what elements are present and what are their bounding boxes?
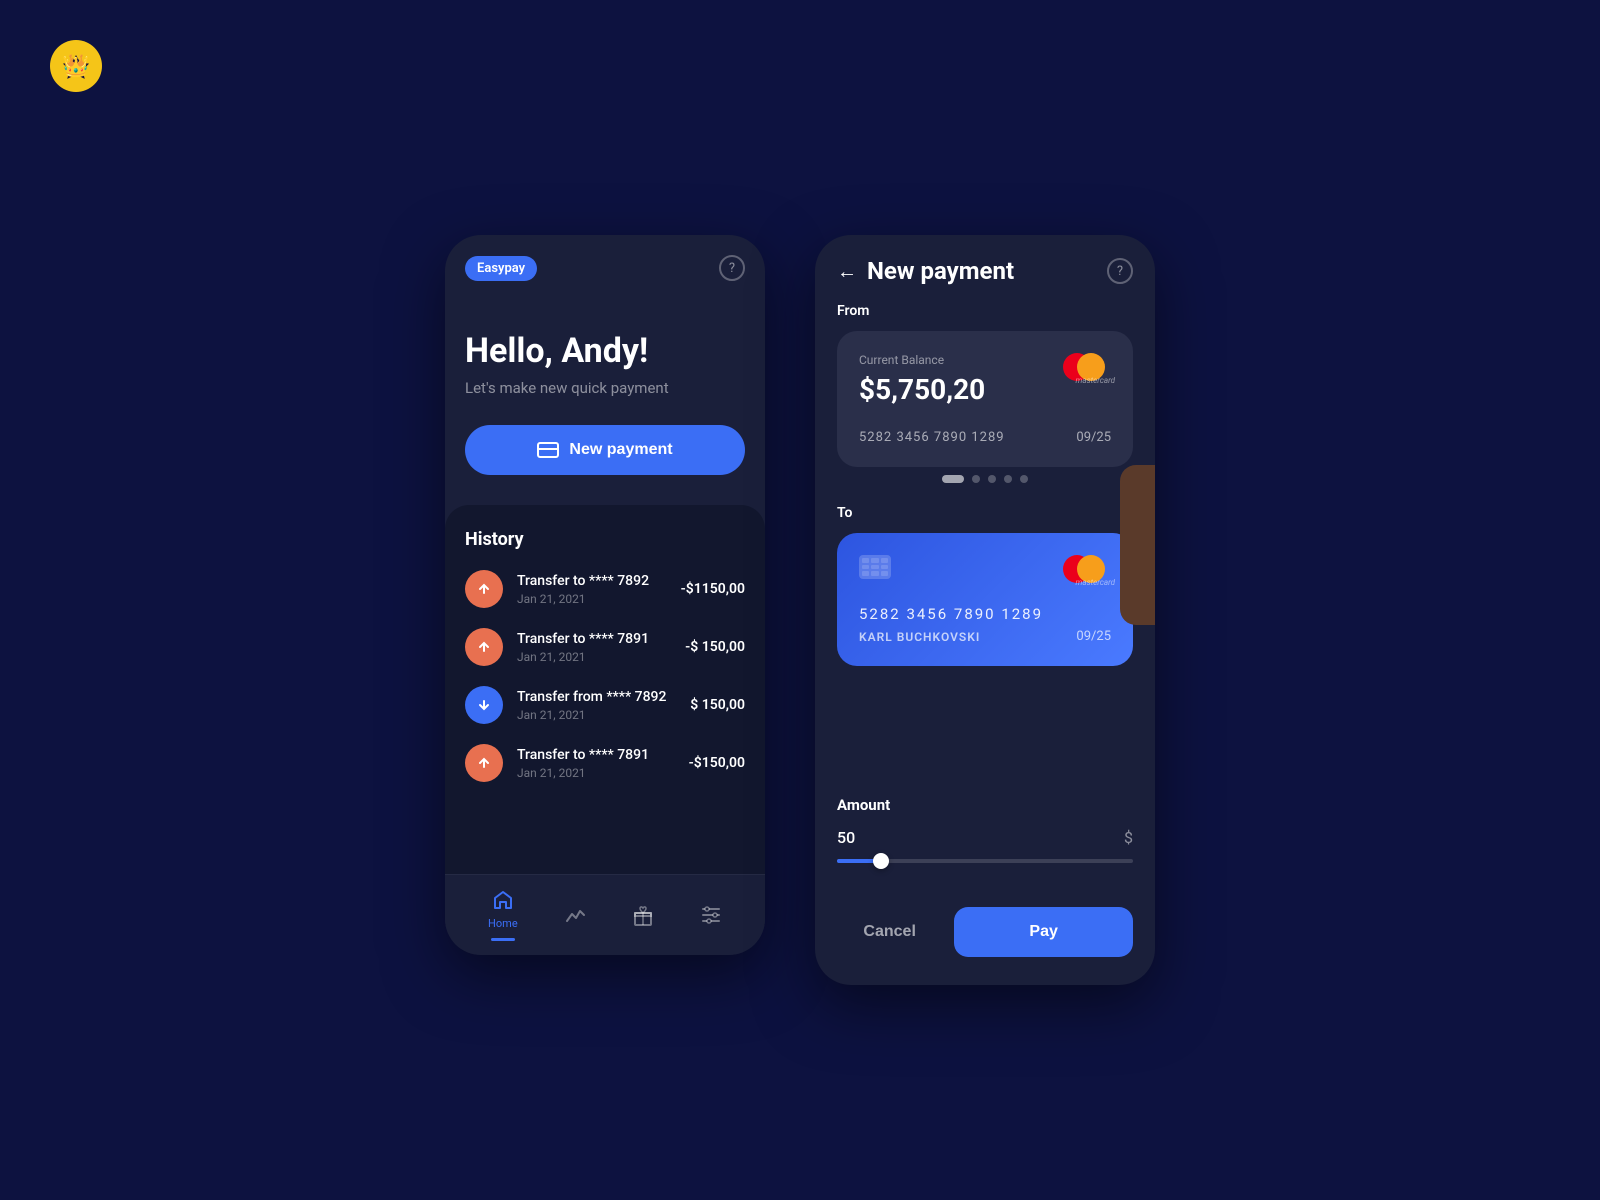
card-chip <box>859 555 891 579</box>
history-item-details: Transfer to **** 7892 Jan 21, 2021 <box>517 573 667 606</box>
greeting-text: Hello, Andy! <box>465 331 745 371</box>
slider-thumb[interactable] <box>873 853 889 869</box>
to-label: To <box>837 505 1133 521</box>
amount-value: 50 <box>837 828 855 847</box>
amount-currency: $ <box>1124 828 1133 847</box>
history-item-title: Transfer from **** 7892 <box>517 689 676 705</box>
blue-card-expiry: 09/25 <box>1076 629 1111 644</box>
nav-chart[interactable] <box>564 904 586 926</box>
from-card[interactable]: Current Balance $5,750,20 mastercard 528… <box>837 331 1133 467</box>
history-item-date: Jan 21, 2021 <box>517 708 676 722</box>
left-header: Easypay ? <box>445 235 765 291</box>
nav-home-label: Home <box>488 917 518 930</box>
blue-card-bottom: KARL BUCHKOVSKI 09/25 <box>859 629 1111 644</box>
balance-amount: $5,750,20 <box>859 373 985 406</box>
active-indicator <box>491 938 515 941</box>
new-payment-label: New payment <box>569 441 672 459</box>
mc-label: mastercard <box>1076 578 1115 587</box>
amount-section: Amount 50 $ <box>815 796 1155 907</box>
dot-2 <box>972 475 980 483</box>
page-title: New payment <box>867 257 1014 285</box>
back-button[interactable]: ← New payment <box>837 257 1014 285</box>
dot-5 <box>1020 475 1028 483</box>
history-item-amount: -$150,00 <box>689 755 745 771</box>
right-header: ← New payment ? <box>815 235 1155 303</box>
history-item-date: Jan 21, 2021 <box>517 650 671 664</box>
list-item[interactable]: Transfer to **** 7892 Jan 21, 2021 -$115… <box>465 570 745 608</box>
transfer-icon-up <box>465 628 503 666</box>
transfer-icon-up <box>465 570 503 608</box>
nav-home[interactable]: Home <box>488 889 518 941</box>
transfer-icon-down <box>465 686 503 724</box>
card-holder-name: KARL BUCHKOVSKI <box>859 630 980 644</box>
list-item[interactable]: Transfer to **** 7891 Jan 21, 2021 -$150… <box>465 744 745 782</box>
list-item[interactable]: Transfer to **** 7891 Jan 21, 2021 -$ 15… <box>465 628 745 666</box>
peeking-card <box>1120 465 1155 625</box>
from-label: From <box>837 303 1133 319</box>
dot-3 <box>988 475 996 483</box>
dot-1 <box>942 475 964 483</box>
balance-label: Current Balance <box>859 353 985 367</box>
history-item-amount: $ 150,00 <box>690 697 745 713</box>
new-payment-button[interactable]: New payment <box>465 425 745 475</box>
transfer-icon-up <box>465 744 503 782</box>
nav-gift[interactable] <box>632 904 654 926</box>
history-item-amount: -$ 150,00 <box>685 639 745 655</box>
mc-label: mastercard <box>1076 376 1115 385</box>
app-logo: 👑 👑 <box>50 40 102 92</box>
dot-4 <box>1004 475 1012 483</box>
cancel-button[interactable]: Cancel <box>837 907 942 957</box>
amount-row: 50 $ <box>837 828 1133 847</box>
list-item[interactable]: Transfer from **** 7892 Jan 21, 2021 $ 1… <box>465 686 745 724</box>
nav-settings[interactable] <box>700 904 722 926</box>
right-content: From Current Balance $5,750,20 mastercar… <box>815 303 1155 796</box>
card-top-row: Current Balance $5,750,20 mastercard <box>859 353 1111 406</box>
mastercard-logo: mastercard <box>1063 353 1111 383</box>
history-item-title: Transfer to **** 7891 <box>517 747 675 763</box>
history-section: History Transfer to **** 7892 Jan 21, 20… <box>445 505 765 874</box>
history-item-details: Transfer to **** 7891 Jan 21, 2021 <box>517 747 675 780</box>
to-card[interactable]: mastercard 5282 3456 7890 1289 KARL BUCH… <box>837 533 1133 666</box>
screens-container: Easypay ? Hello, Andy! Let's make new qu… <box>445 235 1155 985</box>
blue-card-top: mastercard <box>859 555 1111 585</box>
card-bottom-row: 5282 3456 7890 1289 09/25 <box>859 430 1111 445</box>
blue-card-number: 5282 3456 7890 1289 <box>859 605 1111 623</box>
pay-button[interactable]: Pay <box>954 907 1133 957</box>
amount-label: Amount <box>837 796 1133 814</box>
right-phone: ← New payment ? From Current Balance $5,… <box>815 235 1155 985</box>
history-item-date: Jan 21, 2021 <box>517 766 675 780</box>
left-phone: Easypay ? Hello, Andy! Let's make new qu… <box>445 235 765 955</box>
history-item-details: Transfer from **** 7892 Jan 21, 2021 <box>517 689 676 722</box>
card-dots-indicator <box>837 475 1133 483</box>
hero-section: Hello, Andy! Let's make new quick paymen… <box>445 291 765 505</box>
brand-badge: Easypay <box>465 256 537 281</box>
card-expiry: 09/25 <box>1076 430 1111 445</box>
mastercard-logo-blue: mastercard <box>1063 555 1111 585</box>
history-item-details: Transfer to **** 7891 Jan 21, 2021 <box>517 631 671 664</box>
amount-slider[interactable] <box>837 859 1133 863</box>
card-icon <box>537 442 559 458</box>
history-item-amount: -$1150,00 <box>681 581 745 597</box>
help-button-right[interactable]: ? <box>1107 258 1133 284</box>
action-buttons: Cancel Pay <box>815 907 1155 985</box>
bottom-navigation: Home <box>445 874 765 955</box>
history-item-title: Transfer to **** 7892 <box>517 573 667 589</box>
history-item-title: Transfer to **** 7891 <box>517 631 671 647</box>
subtitle-text: Let's make new quick payment <box>465 379 745 397</box>
history-title: History <box>465 529 745 550</box>
card-number: 5282 3456 7890 1289 <box>859 430 1005 445</box>
back-arrow-icon: ← <box>837 259 857 284</box>
help-button-left[interactable]: ? <box>719 255 745 281</box>
history-item-date: Jan 21, 2021 <box>517 592 667 606</box>
